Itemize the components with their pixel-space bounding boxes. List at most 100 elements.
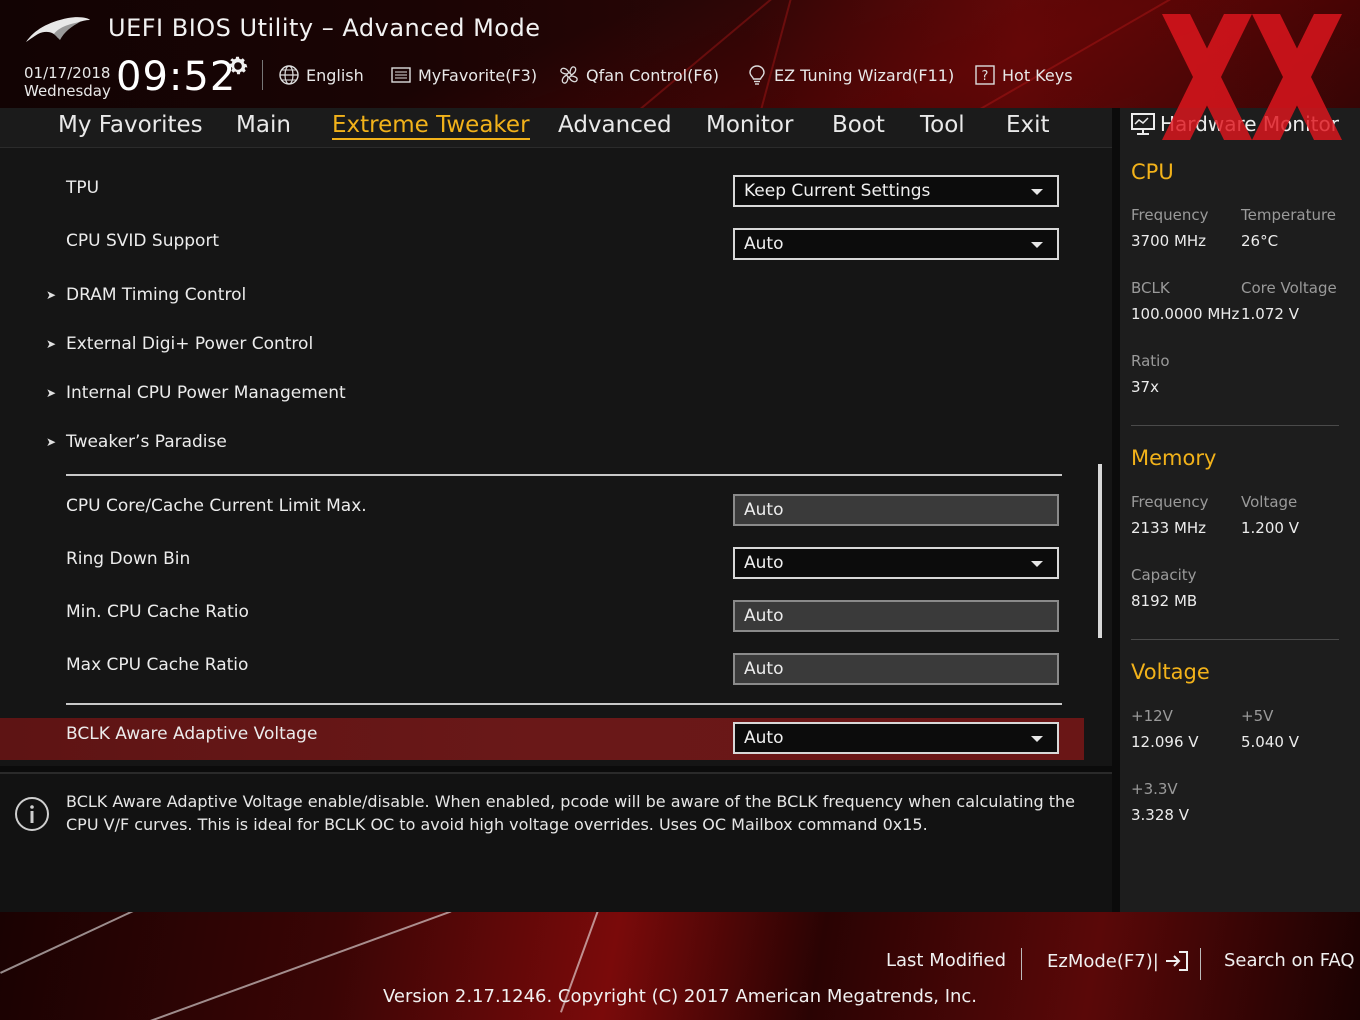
header-divider <box>262 60 263 90</box>
clock-display: 09:52 <box>116 54 237 100</box>
submenu-external-digi[interactable]: ➤ External Digi+ Power Control <box>46 334 313 354</box>
qfan-label: Qfan Control(F6) <box>586 65 719 85</box>
capacity-label: Capacity <box>1131 566 1197 584</box>
bclk-value: 100.0000 MHz <box>1131 305 1240 323</box>
memory-voltage-value: 1.200 V <box>1241 519 1299 537</box>
app-title: UEFI BIOS Utility – Advanced Mode <box>108 14 541 42</box>
chevron-down-icon <box>1031 242 1043 248</box>
tpu-label: TPU <box>66 178 100 198</box>
max-cache-label: Max CPU Cache Ratio <box>66 655 249 675</box>
cpu-svid-label: CPU SVID Support <box>66 231 220 251</box>
watermark-logo-icon <box>1162 14 1342 140</box>
bclk-aware-value: Auto <box>744 728 784 748</box>
submenu-internal-cpu-power[interactable]: ➤ Internal CPU Power Management <box>46 383 346 403</box>
tab-main[interactable]: Main <box>236 112 291 138</box>
chevron-down-icon <box>1031 561 1043 567</box>
arrow-right-icon: ➤ <box>46 435 57 449</box>
date-text: 01/17/2018 <box>24 64 111 82</box>
ring-down-value: Auto <box>744 553 784 573</box>
ezmode-button[interactable]: EzMode(F7)| <box>1047 950 1189 972</box>
max-cache-field[interactable]: Auto <box>733 653 1059 685</box>
gear-icon[interactable] <box>226 54 250 78</box>
hardware-monitor-panel: Hardware Monitor CPU Frequency Temperatu… <box>1120 108 1360 912</box>
fan-icon <box>560 66 578 84</box>
ring-down-label: Ring Down Bin <box>66 549 191 569</box>
ratio-label: Ratio <box>1131 352 1170 370</box>
section-divider <box>66 703 1062 705</box>
hw-divider <box>1131 639 1339 640</box>
last-modified-label: Last Modified <box>886 950 1007 971</box>
date-display: 01/17/2018 Wednesday <box>24 64 111 100</box>
help-text: BCLK Aware Adaptive Voltage enable/disab… <box>66 792 1075 834</box>
submenu-label: Internal CPU Power Management <box>66 383 346 403</box>
tab-my-favorites[interactable]: My Favorites <box>58 112 203 138</box>
tab-tool[interactable]: Tool <box>920 112 965 138</box>
ezmode-label: EzMode(F7)| <box>1047 950 1159 972</box>
rog-logo-icon <box>26 17 90 42</box>
myfavorite-button[interactable]: MyFavorite(F3) <box>390 64 537 86</box>
list-icon <box>391 67 411 83</box>
chevron-down-icon <box>1031 736 1043 742</box>
section-divider <box>66 474 1062 476</box>
tab-exit[interactable]: Exit <box>1006 112 1050 138</box>
ez-tuning-button[interactable]: EZ Tuning Wizard(F11) <box>746 64 954 86</box>
ratio-value: 37x <box>1131 378 1159 396</box>
settings-panel: TPU Keep Current Settings CPU SVID Suppo… <box>0 148 1112 766</box>
arrow-right-icon: ➤ <box>46 386 57 400</box>
min-cache-label: Min. CPU Cache Ratio <box>66 602 249 622</box>
hw-divider <box>1131 425 1339 426</box>
v33-value: 3.328 V <box>1131 806 1189 824</box>
submenu-label: External Digi+ Power Control <box>66 334 314 354</box>
search-faq-button[interactable]: Search on FAQ <box>1224 950 1355 971</box>
v12-value: 12.096 V <box>1131 733 1199 751</box>
help-panel: BCLK Aware Adaptive Voltage enable/disab… <box>0 772 1112 912</box>
exit-arrow-icon <box>1165 951 1188 971</box>
bclk-aware-label: BCLK Aware Adaptive Voltage <box>66 724 318 744</box>
version-text: Version 2.17.1246. Copyright (C) 2017 Am… <box>382 986 978 1007</box>
min-cache-field[interactable]: Auto <box>733 600 1059 632</box>
scrollbar[interactable] <box>1098 464 1102 638</box>
day-text: Wednesday <box>24 82 111 100</box>
min-cache-value: Auto <box>744 606 784 626</box>
memory-voltage-label: Voltage <box>1241 493 1298 511</box>
v33-label: +3.3V <box>1131 780 1178 798</box>
submenu-tweakers-paradise[interactable]: ➤ Tweaker’s Paradise <box>46 432 227 452</box>
ez-tuning-label: EZ Tuning Wizard(F11) <box>774 65 955 85</box>
hot-keys-label: Hot Keys <box>1002 65 1073 85</box>
svg-text:?: ? <box>982 69 989 84</box>
tab-advanced[interactable]: Advanced <box>558 112 672 138</box>
cpu-frequency-value: 3700 MHz <box>1131 232 1207 250</box>
submenu-label: Tweaker’s Paradise <box>66 432 227 452</box>
search-faq-label: Search on FAQ <box>1224 950 1355 971</box>
submenu-label: DRAM Timing Control <box>66 285 247 305</box>
question-box-icon: ? <box>975 65 995 85</box>
v5-value: 5.040 V <box>1241 733 1299 751</box>
core-voltage-label: Core Voltage <box>1241 279 1337 297</box>
memory-frequency-label: Frequency <box>1131 493 1209 511</box>
tab-extreme-tweaker[interactable]: Extreme Tweaker <box>332 112 530 140</box>
hot-keys-button[interactable]: ? Hot Keys <box>974 64 1073 86</box>
cpu-temperature-label: Temperature <box>1241 206 1337 224</box>
tab-boot[interactable]: Boot <box>832 112 885 138</box>
voltage-heading: Voltage <box>1131 660 1210 684</box>
submenu-dram-timing[interactable]: ➤ DRAM Timing Control <box>46 285 246 305</box>
ring-down-select[interactable]: Auto <box>733 547 1059 579</box>
last-modified-button[interactable]: Last Modified <box>886 950 1006 971</box>
memory-heading: Memory <box>1131 446 1217 470</box>
current-limit-field[interactable]: Auto <box>733 494 1059 526</box>
cpu-heading: CPU <box>1131 160 1174 184</box>
v12-label: +12V <box>1131 707 1173 725</box>
qfan-button[interactable]: Qfan Control(F6) <box>558 64 719 86</box>
info-icon <box>15 797 49 831</box>
v5-label: +5V <box>1241 707 1274 725</box>
tab-monitor[interactable]: Monitor <box>706 112 793 138</box>
current-limit-value: Auto <box>744 500 784 520</box>
language-button[interactable]: English <box>278 64 364 86</box>
cpu-svid-select[interactable]: Auto <box>733 228 1059 260</box>
tpu-value: Keep Current Settings <box>744 181 931 201</box>
tpu-select[interactable]: Keep Current Settings <box>733 175 1059 207</box>
cpu-svid-value: Auto <box>744 234 784 254</box>
bclk-label: BCLK <box>1131 279 1170 297</box>
header-bar: UEFI BIOS Utility – Advanced Mode 01/17/… <box>0 0 1360 108</box>
bclk-aware-select[interactable]: Auto <box>733 722 1059 754</box>
